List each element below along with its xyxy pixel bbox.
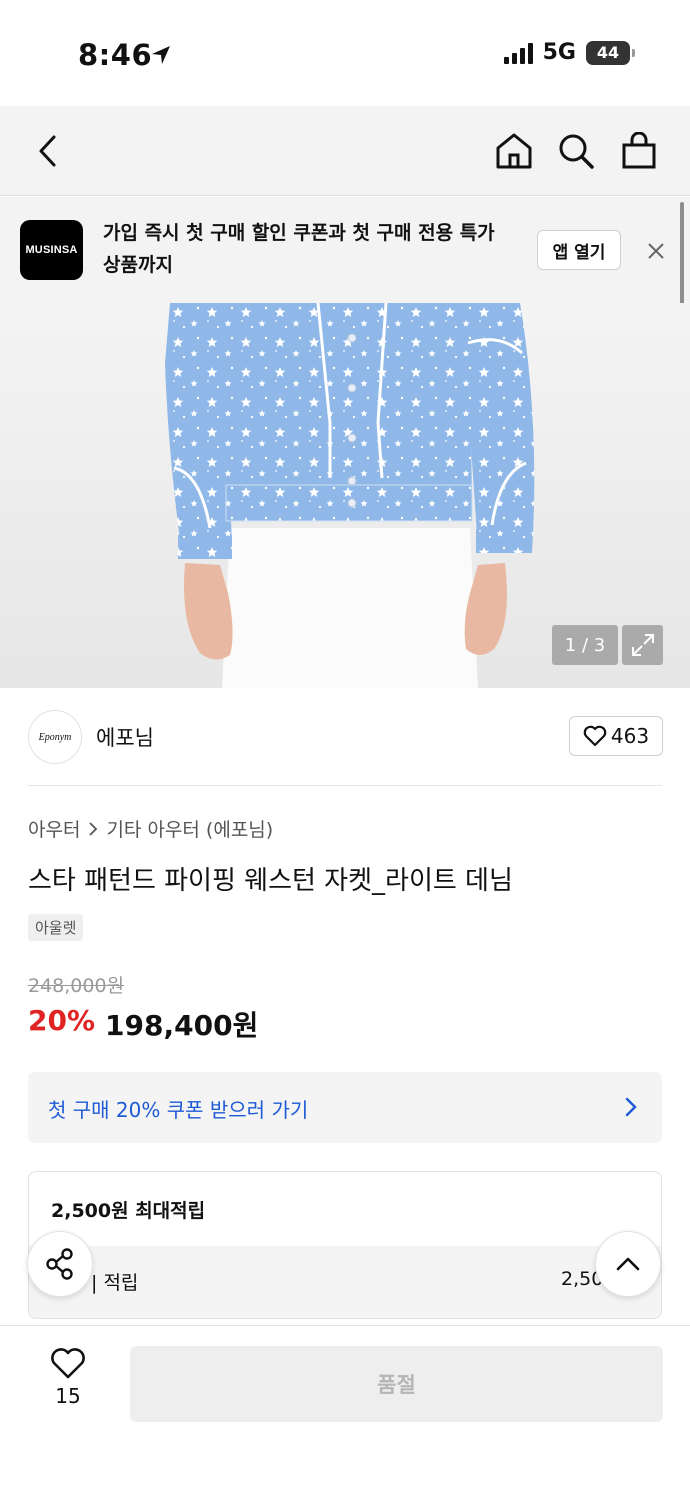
network-type: 5G — [542, 40, 576, 65]
app-promo-text: 가입 즉시 첫 구매 할인 쿠폰과 첫 구매 전용 특가 상품까지 — [103, 222, 495, 276]
points-row-label: | 적립 — [91, 1272, 139, 1294]
brand-name[interactable]: 에포님 — [96, 722, 154, 752]
brand-like-button[interactable]: 463 — [569, 716, 663, 756]
location-arrow-icon — [152, 46, 170, 64]
chevron-left-icon — [39, 135, 56, 167]
outlet-tag: 아울렛 — [28, 914, 84, 941]
breadcrumb-item-category[interactable]: 기타 아우터 (에포님) — [106, 815, 273, 842]
search-icon — [559, 134, 594, 169]
brand-logo[interactable]: Eponym — [28, 710, 82, 764]
points-box: 2,500원 최대적립 | 적립 2,50 — [28, 1171, 662, 1319]
original-price: 248,000원 — [28, 975, 125, 997]
battery-level: 44 — [596, 43, 620, 62]
status-bar: 8:46 5G 44 — [0, 0, 690, 106]
top-navbar — [0, 106, 690, 196]
banner-close-button[interactable] — [642, 237, 670, 265]
chevron-up-icon — [616, 1257, 640, 1271]
home-button[interactable] — [494, 131, 534, 171]
battery-icon: 44 — [586, 40, 635, 65]
brand-like-count: 463 — [610, 724, 650, 748]
app-install-banner: MUSINSA 가입 즉시 첫 구매 할인 쿠폰과 첫 구매 전용 특가 상품까… — [0, 197, 690, 303]
close-icon — [648, 243, 664, 259]
scroll-to-top-button[interactable] — [595, 1231, 661, 1297]
heart-icon — [51, 1348, 85, 1379]
back-button[interactable] — [28, 131, 68, 171]
coupon-text: 첫 구매 20% 쿠폰 받으러 가기 — [48, 1098, 309, 1122]
cellular-signal-icon — [503, 42, 533, 64]
heart-icon — [583, 725, 607, 747]
share-button[interactable] — [27, 1231, 93, 1297]
share-icon — [46, 1248, 73, 1280]
points-title: 2,500원 최대적립 — [51, 1200, 206, 1222]
sale-price: 198,400원 — [105, 1009, 259, 1042]
sold-out-button: 품절 — [130, 1346, 663, 1422]
chevron-right-icon — [625, 1097, 637, 1117]
open-app-button[interactable]: 앱 열기 — [537, 230, 621, 270]
breadcrumb: 아우터 기타 아우터 (에포님) — [28, 815, 273, 842]
brand-row: Eponym 에포님 463 — [0, 688, 690, 786]
chevron-right-icon — [89, 821, 98, 836]
cart-button[interactable] — [619, 131, 659, 171]
divider — [28, 785, 662, 786]
wish-button[interactable]: 15 — [40, 1348, 96, 1418]
home-icon — [496, 133, 532, 169]
image-expand-button[interactable] — [622, 625, 663, 665]
first-purchase-coupon-banner[interactable]: 첫 구매 20% 쿠폰 받으러 가기 — [28, 1072, 662, 1143]
status-indicators: 5G 44 — [503, 40, 635, 65]
image-counter: 1 / 3 — [552, 625, 618, 665]
status-time: 8:46 — [78, 38, 153, 72]
points-row: | 적립 2,50 — [29, 1246, 661, 1318]
search-button[interactable] — [556, 131, 596, 171]
price-row: 20% 198,400원 — [28, 1004, 258, 1044]
breadcrumb-item-outer[interactable]: 아우터 — [28, 815, 80, 842]
expand-icon — [631, 634, 654, 656]
product-title: 스타 패턴드 파이핑 웨스턴 자켓_라이트 데님 — [28, 866, 513, 896]
musinsa-logo: MUSINSA — [20, 220, 83, 280]
wish-count: 15 — [55, 1384, 81, 1408]
bottom-action-bar: 15 품절 — [0, 1325, 690, 1500]
discount-rate: 20% — [28, 1004, 96, 1037]
shopping-bag-icon — [622, 132, 656, 169]
